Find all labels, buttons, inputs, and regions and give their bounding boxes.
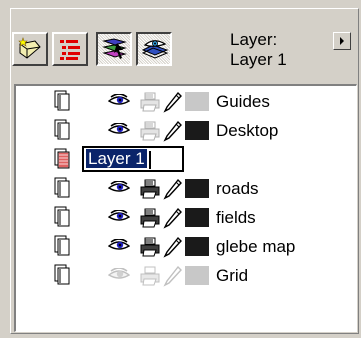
pencil-icon[interactable] — [163, 236, 183, 258]
page-icon[interactable] — [53, 177, 71, 199]
layer-color-swatch[interactable] — [185, 121, 209, 140]
page-active-icon[interactable] — [53, 148, 71, 170]
eye-icon[interactable] — [108, 181, 130, 195]
eye-icon[interactable] — [108, 94, 130, 108]
layer-eye-view-icon — [141, 40, 169, 59]
eye-icon[interactable] — [108, 210, 130, 224]
page-icon[interactable] — [53, 206, 71, 228]
new-layer-wand-icon — [18, 37, 41, 59]
flyout-arrow-icon — [340, 37, 344, 45]
eye-icon[interactable] — [108, 123, 130, 137]
printer-icon[interactable] — [139, 178, 161, 200]
layer-row-guides[interactable]: Guides — [16, 88, 355, 117]
layer-name-edit-field[interactable]: Layer 1 — [82, 146, 184, 172]
layer-list-button[interactable] — [52, 32, 88, 66]
layer-name-edit-text[interactable]: Layer 1 — [86, 149, 147, 168]
printer-disabled-icon[interactable] — [139, 265, 161, 287]
page-icon[interactable] — [53, 235, 71, 257]
new-layer-button[interactable] — [12, 32, 48, 66]
page-icon[interactable] — [53, 90, 71, 112]
pencil-icon[interactable] — [163, 91, 183, 113]
layer-name-label[interactable]: Desktop — [216, 120, 278, 142]
layer-row-desktop[interactable]: Desktop — [16, 117, 355, 146]
printer-icon[interactable] — [139, 236, 161, 258]
layer-color-swatch[interactable] — [185, 179, 209, 198]
layer-list: Guides Desktop Layer 1 roads fields gleb… — [14, 84, 357, 332]
current-layer-label: Layer: Layer 1 — [230, 30, 342, 70]
layer-row-fields[interactable]: fields — [16, 204, 355, 233]
layer-title: Layer: — [230, 30, 278, 49]
flyout-menu-button[interactable] — [333, 32, 351, 50]
page-icon[interactable] — [53, 264, 71, 286]
printer-disabled-icon[interactable] — [139, 91, 161, 113]
layer-list-icon — [60, 40, 80, 60]
pencil-disabled-icon[interactable] — [163, 265, 183, 287]
layer-name: Layer 1 — [230, 50, 287, 69]
layer-color-swatch[interactable] — [185, 92, 209, 111]
layer-filter-button[interactable] — [96, 32, 132, 66]
object-manager-panel: Layer: Layer 1 Guides Desktop Layer 1 ro… — [0, 0, 361, 338]
layer-filter-icon — [102, 38, 127, 59]
layer-color-swatch[interactable] — [185, 266, 209, 285]
layer-name-label[interactable]: Grid — [216, 265, 248, 287]
layer-name-label[interactable]: roads — [216, 178, 259, 200]
pencil-icon[interactable] — [163, 178, 183, 200]
pencil-icon[interactable] — [163, 207, 183, 229]
layer-view-button[interactable] — [136, 32, 172, 66]
layer-row-layer-1[interactable]: Layer 1 — [16, 146, 355, 175]
layer-row-grid[interactable]: Grid — [16, 262, 355, 291]
text-caret — [148, 150, 151, 169]
pencil-icon[interactable] — [163, 120, 183, 142]
page-icon[interactable] — [53, 119, 71, 141]
eye-disabled-icon[interactable] — [108, 268, 130, 282]
layer-color-swatch[interactable] — [185, 237, 209, 256]
layer-name-label[interactable]: glebe map — [216, 236, 295, 258]
layer-name-label[interactable]: fields — [216, 207, 256, 229]
layer-name-label[interactable]: Guides — [216, 91, 270, 113]
printer-disabled-icon[interactable] — [139, 120, 161, 142]
layer-row-glebe-map[interactable]: glebe map — [16, 233, 355, 262]
eye-icon[interactable] — [108, 239, 130, 253]
layer-color-swatch[interactable] — [185, 208, 209, 227]
layers-toolbar: Layer: Layer 1 — [12, 10, 357, 84]
layer-row-roads[interactable]: roads — [16, 175, 355, 204]
printer-icon[interactable] — [139, 207, 161, 229]
